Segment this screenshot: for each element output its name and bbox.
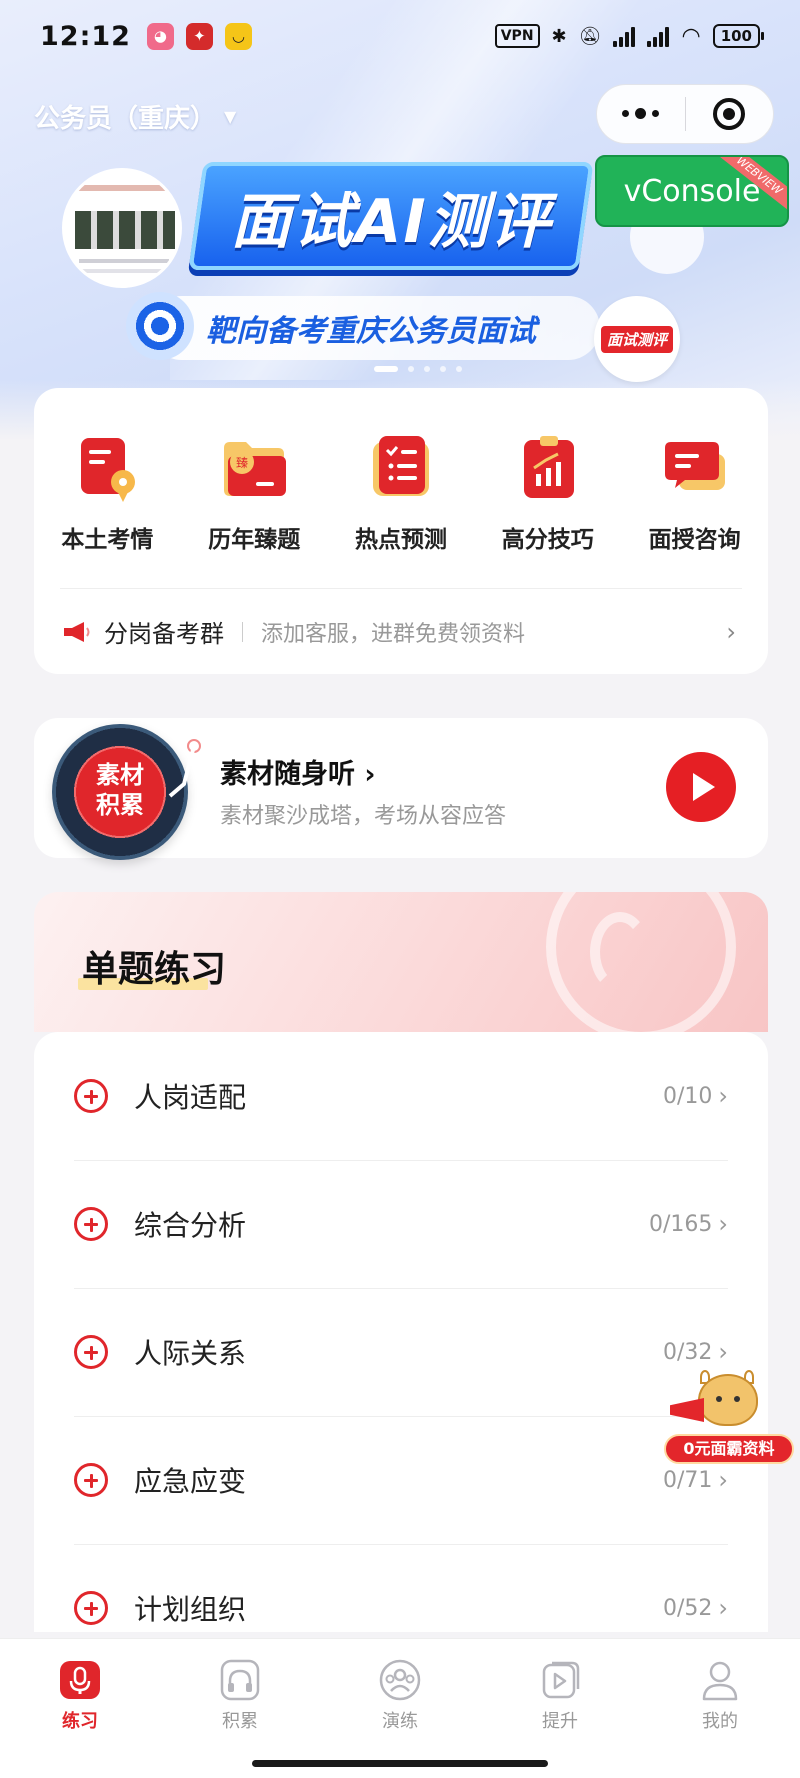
- plus-circle-icon: [74, 1335, 108, 1369]
- banner-photo-left: [62, 168, 182, 288]
- plus-circle-icon: [74, 1463, 108, 1497]
- city-selector[interactable]: 公务员（重庆） ▼: [34, 98, 236, 135]
- entry-past-papers[interactable]: 臻 历年臻题: [181, 432, 328, 554]
- notification-icons: ◕ ✦ ◡: [146, 22, 252, 50]
- more-dots-icon[interactable]: [597, 107, 685, 119]
- chevron-right-icon: ›: [718, 1594, 728, 1622]
- tab-profile[interactable]: 我的: [640, 1639, 800, 1748]
- app-notification-icon: ◕: [146, 22, 174, 50]
- miniprogram-capsule: [596, 84, 774, 144]
- signal-icon: [647, 25, 670, 47]
- vpn-icon: VPN: [494, 24, 540, 48]
- app-notification-icon: ✦: [185, 22, 213, 50]
- progress-count: 0/71: [662, 1467, 713, 1493]
- plus-circle-icon: [74, 1207, 108, 1241]
- carousel-dot: [456, 366, 462, 372]
- carousel-dot: [408, 366, 414, 372]
- checklist-icon: [365, 432, 437, 504]
- tab-improve[interactable]: 提升: [480, 1639, 640, 1748]
- entry-high-score-tips[interactable]: 高分技巧: [474, 432, 621, 554]
- battery-icon: 100: [712, 24, 765, 48]
- status-time: 12:12: [40, 20, 131, 52]
- progress-count: 0/165: [648, 1211, 713, 1237]
- play-button[interactable]: [666, 752, 736, 822]
- section-title: 单题练习: [77, 940, 226, 992]
- list-item[interactable]: 人岗适配 0/10 ›: [34, 1032, 768, 1160]
- notice-title: 分岗备考群: [104, 620, 224, 648]
- headphones-icon: [218, 1659, 262, 1701]
- carousel-dot: [374, 366, 398, 372]
- chevron-right-icon: ›: [718, 1210, 728, 1238]
- practice-list: 人岗适配 0/10 › 综合分析 0/165 › 人际关系 0/32 › 应急应…: [34, 1032, 768, 1632]
- chevron-right-icon: ›: [718, 1466, 728, 1494]
- floating-promo-button[interactable]: 0元面霸资料: [664, 1370, 794, 1466]
- chat-bubble-icon: [659, 432, 731, 504]
- bottom-tab-bar: 练习 积累 演练 提升 我的: [0, 1638, 800, 1748]
- svg-text:臻: 臻: [236, 456, 248, 470]
- megaphone-icon: [62, 620, 92, 644]
- cow-mascot-icon: [698, 1374, 758, 1426]
- banner-subtitle: 靶向备考重庆公务员面试: [150, 296, 600, 360]
- folder-icon: 臻: [218, 432, 290, 504]
- bluetooth-icon: ✱: [551, 25, 567, 47]
- app-notification-icon: ◡: [224, 22, 252, 50]
- carousel-dot: [424, 366, 430, 372]
- tab-accumulate[interactable]: 积累: [160, 1639, 320, 1748]
- chevron-down-icon: ▼: [224, 107, 237, 126]
- megaphone-icon: [670, 1398, 704, 1422]
- tab-drill[interactable]: 演练: [320, 1639, 480, 1748]
- carousel-indicator: [374, 366, 462, 372]
- video-play-icon: [538, 1659, 582, 1701]
- plus-circle-icon: [74, 1591, 108, 1625]
- carousel-dot: [440, 366, 446, 372]
- entry-local-exam[interactable]: 本土考情: [34, 432, 181, 554]
- home-indicator[interactable]: [252, 1760, 548, 1767]
- signal-icon: [613, 25, 636, 47]
- plus-circle-icon: [74, 1079, 108, 1113]
- tab-practice[interactable]: 练习: [0, 1639, 160, 1748]
- document-location-icon: [71, 432, 143, 504]
- chart-clipboard-icon: [512, 432, 584, 504]
- banner-badge: 面试测评: [594, 296, 680, 382]
- notice-desc: 添加客服，进群免费领资料: [261, 621, 526, 647]
- progress-count: 0/52: [662, 1595, 713, 1621]
- mute-icon: 🔕︎: [578, 25, 602, 47]
- target-close-icon[interactable]: [686, 98, 774, 130]
- audio-card[interactable]: 素材 积累 素材随身听 › 素材聚沙成塔，考场从容应答: [34, 718, 768, 860]
- chevron-right-icon: ›: [718, 1082, 728, 1110]
- chevron-right-icon: ›: [726, 617, 736, 646]
- progress-count: 0/32: [662, 1339, 713, 1365]
- list-item[interactable]: 应急应变 0/71 ›: [34, 1416, 768, 1544]
- target-icon: [126, 292, 194, 360]
- promo-label: 0元面霸资料: [664, 1434, 794, 1464]
- vconsole-button[interactable]: vConsole WEBVIEW: [595, 155, 789, 227]
- status-bar: 12:12 ◕ ✦ ◡ VPN ✱ 🔕︎ ◠ 100: [0, 0, 800, 72]
- chevron-right-icon: ›: [718, 1338, 728, 1366]
- quick-entry-card: 本土考情 臻 历年臻题 热点预测 高分技巧 面授咨询 分岗备考群 添加客服，进群…: [34, 388, 768, 674]
- list-item[interactable]: 综合分析 0/165 ›: [34, 1160, 768, 1288]
- tonearm-icon: [168, 739, 201, 798]
- group-icon: [378, 1659, 422, 1701]
- user-icon: [698, 1659, 742, 1701]
- banner-title: 面试AI测评: [188, 162, 594, 270]
- entry-hot-forecast[interactable]: 热点预测: [328, 432, 475, 554]
- list-item[interactable]: 人际关系 0/32 ›: [34, 1288, 768, 1416]
- progress-count: 0/10: [662, 1083, 713, 1109]
- group-notice-bar[interactable]: 分岗备考群 添加客服，进群免费领资料 ›: [60, 588, 742, 674]
- microphone-icon: [58, 1659, 102, 1701]
- audio-desc: 素材聚沙成塔，考场从容应答: [220, 804, 507, 829]
- entry-consultation[interactable]: 面授咨询: [621, 432, 768, 554]
- audio-title: 素材随身听 ›: [220, 759, 376, 790]
- wifi-icon: ◠: [681, 23, 701, 49]
